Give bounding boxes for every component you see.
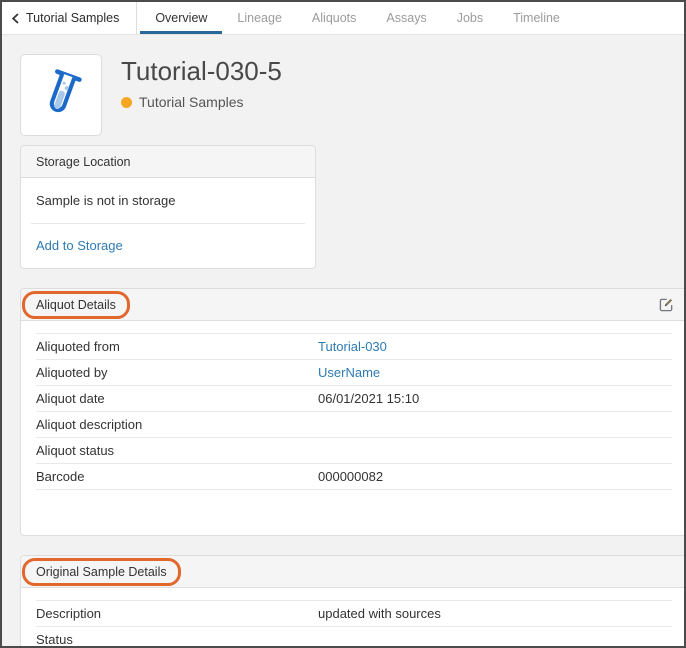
storage-status-text: Sample is not in storage [36,193,300,208]
tab-overview[interactable]: Overview [140,2,222,34]
field-value: 000000082 [318,469,383,484]
add-to-storage-link[interactable]: Add to Storage [36,238,123,253]
field-label: Aliquoted by [36,365,318,380]
detail-row-aliquoted-from: Aliquoted from Tutorial-030 [36,333,672,360]
original-sample-details-panel: Original Sample Details Description upda… [20,555,686,648]
sample-type-row: Tutorial Samples [121,94,282,110]
sample-type-dot-icon [121,97,132,108]
field-label: Aliquot status [36,443,318,458]
original-panel-header: Original Sample Details [21,556,686,588]
aliquot-details-panel: Aliquot Details Aliquoted from Tutorial-… [20,288,686,536]
tab-jobs[interactable]: Jobs [442,2,498,34]
field-label: Aliquot date [36,391,318,406]
test-tube-icon [32,66,90,124]
field-value: updated with sources [318,606,441,621]
storage-panel-body: Sample is not in storage Add to Storage [21,178,315,268]
nav-tabs: Overview Lineage Aliquots Assays Jobs Ti… [140,2,575,34]
tab-assays[interactable]: Assays [371,2,441,34]
detail-row-aliquot-date: Aliquot date 06/01/2021 15:10 [36,386,672,412]
aliquot-panel-header: Aliquot Details [21,289,686,321]
field-label: Aliquot description [36,417,318,432]
aliquoted-by-link[interactable]: UserName [318,365,380,380]
sample-icon-card [20,54,102,136]
detail-row-aliquoted-by: Aliquoted by UserName [36,360,672,386]
app-window: Tutorial Samples Overview Lineage Aliquo… [0,0,686,648]
storage-location-panel: Storage Location Sample is not in storag… [20,145,316,269]
detail-row-aliquot-status: Aliquot status [36,438,672,464]
tab-lineage[interactable]: Lineage [222,2,297,34]
edit-aliquot-details-button[interactable] [658,296,675,313]
page-title: Tutorial-030-5 [121,56,282,87]
field-label: Aliquoted from [36,339,318,354]
storage-panel-header: Storage Location [21,146,315,178]
original-panel-title: Original Sample Details [36,565,167,579]
aliquot-panel-body: Aliquoted from Tutorial-030 Aliquoted by… [21,321,686,535]
field-label: Description [36,606,318,621]
detail-row-status: Status [36,627,672,648]
field-label: Status [36,632,318,647]
top-navbar: Tutorial Samples Overview Lineage Aliquo… [2,2,684,35]
tab-aliquots[interactable]: Aliquots [297,2,371,34]
sample-type-label: Tutorial Samples [139,94,244,110]
edit-pencil-square-icon [659,297,674,312]
aliquot-panel-title: Aliquot Details [36,298,116,312]
aliquoted-from-link[interactable]: Tutorial-030 [318,339,387,354]
storage-panel-title: Storage Location [36,155,131,169]
back-link-label: Tutorial Samples [26,11,119,25]
chevron-left-icon [12,13,19,24]
detail-row-description: Description updated with sources [36,600,672,627]
detail-row-aliquot-description: Aliquot description [36,412,672,438]
back-to-sample-type-link[interactable]: Tutorial Samples [2,2,137,34]
field-label: Barcode [36,469,318,484]
sample-title-block: Tutorial-030-5 Tutorial Samples [121,54,282,136]
field-value: 06/01/2021 15:10 [318,391,419,406]
original-panel-title-annotation: Original Sample Details [22,558,181,586]
storage-divider [31,223,305,224]
detail-row-barcode: Barcode 000000082 [36,464,672,490]
sample-header: Tutorial-030-5 Tutorial Samples [20,54,684,136]
original-panel-body: Description updated with sources Status … [21,588,686,648]
tab-timeline[interactable]: Timeline [498,2,575,34]
aliquot-panel-title-annotation: Aliquot Details [22,291,130,319]
page-content: Tutorial-030-5 Tutorial Samples Storage … [2,54,684,648]
